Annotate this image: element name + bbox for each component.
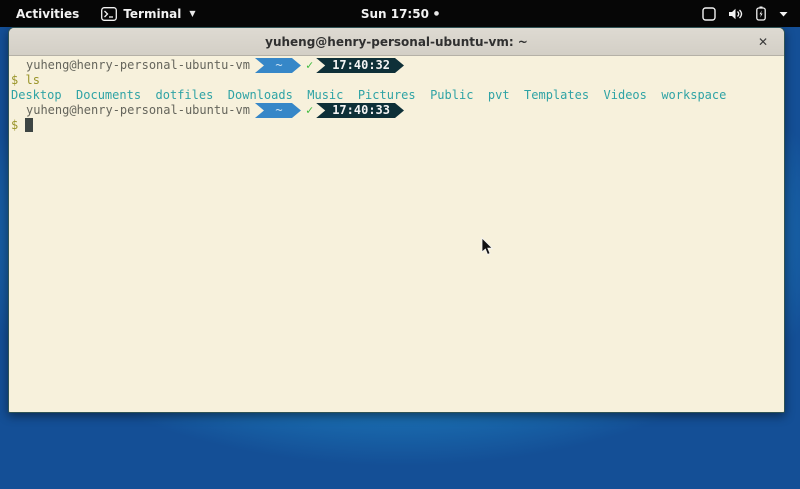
screen-icon <box>702 7 716 21</box>
prompt-user-host: yuheng@henry-personal-ubuntu-vm <box>26 58 250 72</box>
status-check-icon: ✓ <box>306 58 313 72</box>
window-titlebar[interactable]: yuheng@henry-personal-ubuntu-vm: ~ ✕ <box>9 28 784 56</box>
prompt-cwd-segment: ~ <box>255 103 301 118</box>
ls-output-line: Desktop Documents dotfiles Downloads Mus… <box>11 88 782 103</box>
status-check-icon: ✓ <box>306 103 313 117</box>
prompt-time-segment: 17:40:32 <box>316 58 404 73</box>
directory-entry: Music <box>307 88 343 102</box>
clock-button[interactable]: Sun 17:50 ● <box>361 0 439 27</box>
prompt-symbol: $ <box>11 118 18 132</box>
chevron-down-icon <box>779 11 788 17</box>
prompt-user-host: yuheng@henry-personal-ubuntu-vm <box>26 103 250 117</box>
directory-entry: Downloads <box>228 88 293 102</box>
battery-charging-icon <box>755 6 767 21</box>
directory-entry: Pictures <box>358 88 416 102</box>
top-bar: Activities Terminal ▼ Sun 17:50 ● <box>0 0 800 27</box>
directory-entry: workspace <box>661 88 726 102</box>
directory-entry: Templates <box>524 88 589 102</box>
prompt-cwd-segment: ~ <box>255 58 301 73</box>
window-title: yuheng@henry-personal-ubuntu-vm: ~ <box>265 35 528 49</box>
mouse-cursor <box>481 237 494 260</box>
directory-entry: Public <box>430 88 473 102</box>
terminal-cursor <box>25 118 33 132</box>
terminal-app-icon <box>101 7 117 21</box>
volume-icon <box>728 7 743 21</box>
directory-entry: dotfiles <box>156 88 214 102</box>
command-text: ls <box>25 73 39 87</box>
terminal-window: yuheng@henry-personal-ubuntu-vm: ~ ✕ yuh… <box>8 27 785 413</box>
app-menu[interactable]: Terminal ▼ <box>101 7 195 21</box>
prompt-line: yuheng@henry-personal-ubuntu-vm ~ ✓17:40:3… <box>11 103 782 118</box>
command-line: $ ls <box>11 73 782 88</box>
command-line-current[interactable]: $ <box>11 118 782 133</box>
notification-dot: ● <box>434 10 439 17</box>
directory-entry: Documents <box>76 88 141 102</box>
directory-entry: Desktop <box>11 88 62 102</box>
app-menu-caret-icon: ▼ <box>189 9 195 18</box>
prompt-symbol: $ <box>11 73 18 87</box>
activities-button[interactable]: Activities <box>12 7 83 21</box>
close-button[interactable]: ✕ <box>752 28 774 56</box>
clock-label: Sun 17:50 <box>361 7 429 21</box>
directory-entry: pvt <box>488 88 510 102</box>
terminal-content[interactable]: yuheng@henry-personal-ubuntu-vm~✓17:40:3… <box>9 56 784 412</box>
directory-entry: Videos <box>604 88 647 102</box>
prompt-line: yuheng@henry-personal-ubuntu-vm ~ ✓17:40:3… <box>11 58 782 73</box>
prompt-time-segment: 17:40:33 <box>316 103 404 118</box>
desktop-background: yuheng@henry-personal-ubuntu-vm: ~ ✕ yuh… <box>0 27 800 489</box>
system-status-area[interactable] <box>696 0 794 27</box>
app-menu-label: Terminal <box>123 7 181 21</box>
